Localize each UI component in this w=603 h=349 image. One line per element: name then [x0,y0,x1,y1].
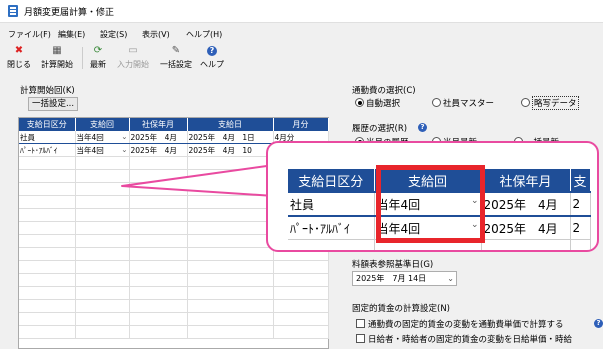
zoom-col-kubun: 支給日区分 [288,169,375,192]
zoom-col-extra: 支 [570,169,591,192]
zoom-cell-extra: 2 [570,216,591,240]
zoom-cell-kubun: 社員 [288,191,375,217]
highlight-box [376,165,485,243]
zoom-cell-kubun: ﾊﾟｰﾄ･ｱﾙﾊﾞｲ [288,216,375,240]
zoom-col-nengetsu: 社保年月 [481,169,571,192]
zoom-cell-extra: 2 [570,191,591,217]
zoom-cell-nengetsu: 2025年 4月 [481,191,571,217]
zoom-cell-nengetsu: 2025年 4月 [481,216,571,240]
